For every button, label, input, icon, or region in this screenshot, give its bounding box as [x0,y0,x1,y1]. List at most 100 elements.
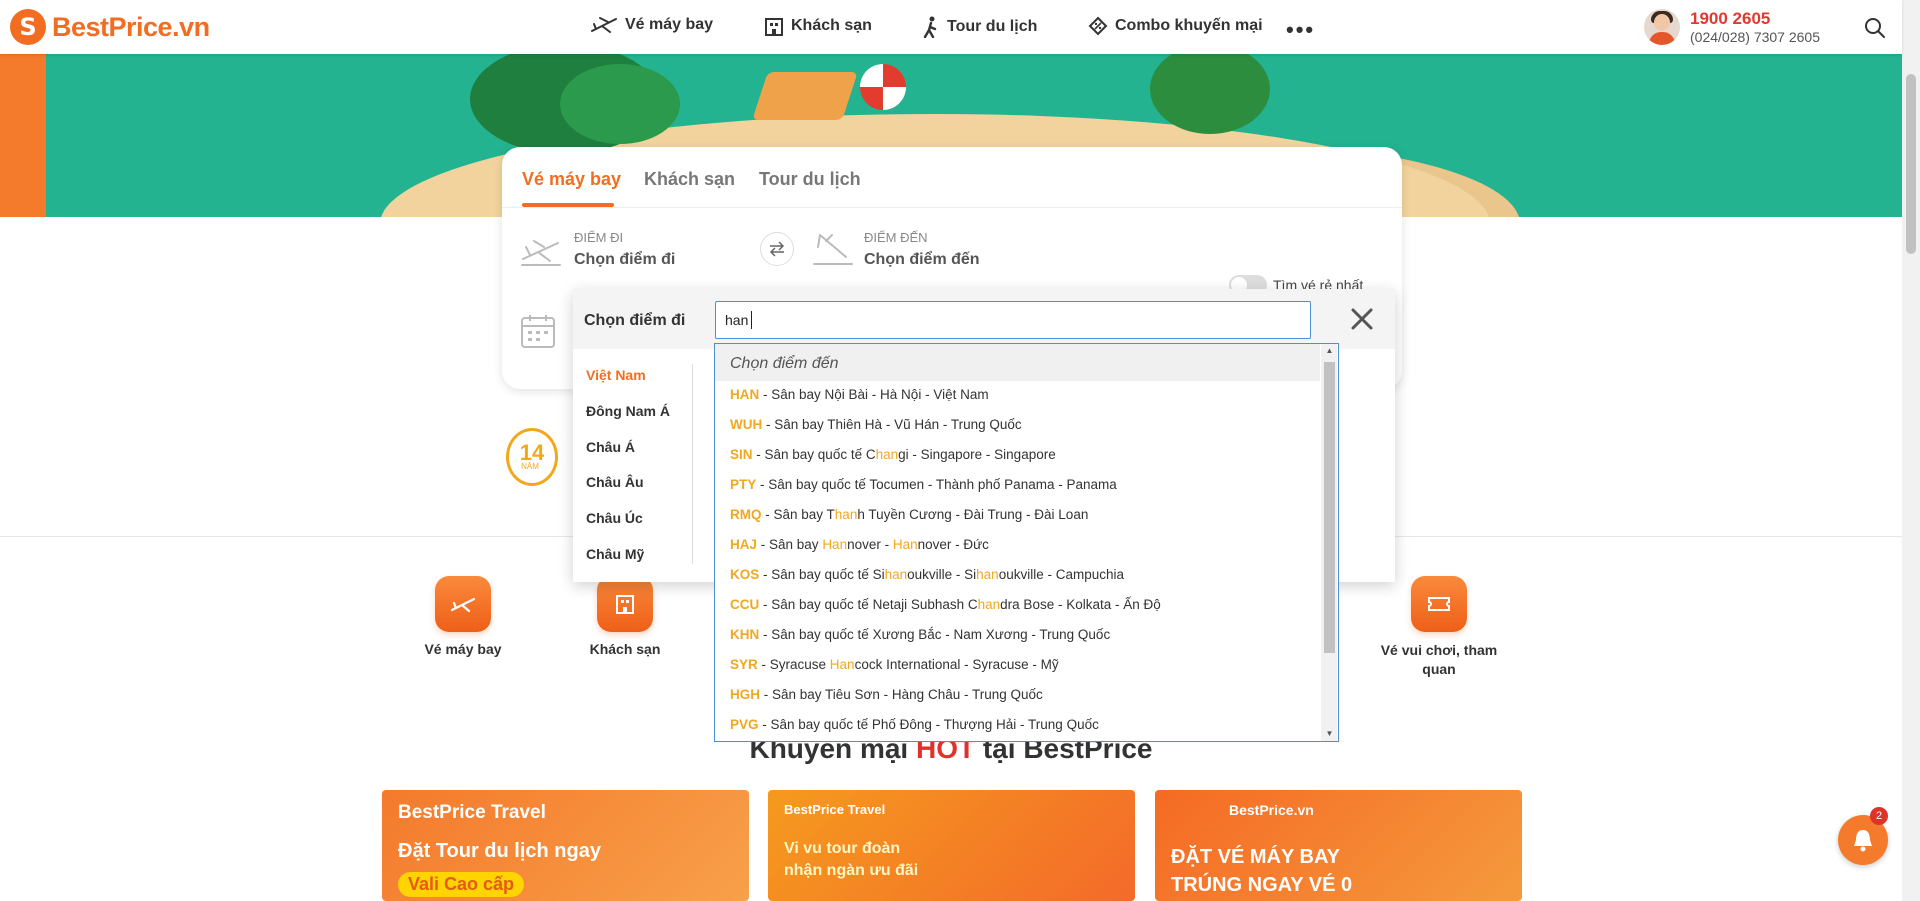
site-header: S BestPrice.vn Vé máy bay Khách sạn Tour… [0,0,1902,54]
region-vietnam[interactable]: Việt Nam [586,367,646,383]
airport-code: PTY [730,477,757,492]
years-badge: 14 NĂM [500,424,560,486]
airport-result-han[interactable]: HAN - Sân bay Nội Bài - Hà Nội - Việt Na… [730,387,989,402]
region-australia[interactable]: Châu Úc [586,510,643,526]
airport-name: - Sân bay Nội Bài - Hà Nội - Việt Nam [759,387,989,402]
region-america[interactable]: Châu Mỹ [586,546,644,562]
service-tickets[interactable] [1411,576,1467,632]
airport-name: - Sân bay quốc tế Xương Bắc - Nam Xương … [759,627,1111,642]
airport-name: - Syracuse [757,657,830,672]
airport-code: RMQ [730,507,762,522]
close-icon[interactable] [1349,306,1375,332]
scroll-down-arrow-icon[interactable]: ▼ [1324,729,1335,738]
airport-results-list[interactable]: Chọn điểm đến HAN - Sân bay Nội Bài - Hà… [714,343,1339,742]
service-hotels[interactable] [597,576,653,632]
airport-result-syr[interactable]: SYR - Syracuse Hancock International - S… [730,657,1059,672]
airport-code: HAJ [730,537,758,552]
airport-name: gi - Singapore - Singapore [898,447,1056,462]
logo-mark: S [10,9,46,45]
promo-banner-flights[interactable]: BestPrice.vn ĐẶT VÉ MÁY BAY TRÚNG NGAY V… [1155,790,1522,901]
years-unit: NĂM [521,462,539,471]
service-flights[interactable] [435,576,491,632]
support-avatar [1644,9,1680,45]
hero-palm [1150,54,1270,134]
nav-hotels[interactable]: Khách sạn [764,16,872,36]
match-highlight: han [977,597,1001,612]
match-highlight: Han [892,537,918,552]
airport-name: - Sân bay quốc tế Si [759,567,885,582]
region-southeast-asia[interactable]: Đông Nam Á [586,403,670,419]
airport-name: - Sân bay quốc tế C [752,447,876,462]
airport-code: KOS [730,567,760,582]
region-asia[interactable]: Châu Á [586,439,635,455]
airport-result-khn[interactable]: KHN - Sân bay quốc tế Xương Bắc - Nam Xư… [730,627,1110,642]
airport-code: PVG [730,717,759,732]
nav-combo-label: Combo khuyến mại [1115,17,1263,34]
departure-search-input[interactable]: han [715,301,1311,339]
match-highlight: Han [822,537,848,552]
walker-icon [923,16,937,38]
airport-result-pty[interactable]: PTY - Sân bay quốc tế Tocumen - Thành ph… [730,477,1117,492]
discount-tag-icon [1088,16,1108,36]
airport-result-haj[interactable]: HAJ - Sân bay Hannover - Hannover - Đức [730,537,989,552]
nav-hotels-label: Khách sạn [791,17,872,34]
airport-name: dra Bose - Kolkata - Ấn Độ [1000,597,1161,612]
results-scroll-thumb[interactable] [1324,362,1335,653]
promo-banner-tour[interactable]: BestPrice Travel Đặt Tour du lịch ngay V… [382,790,749,901]
from-label: ĐIỂM ĐI [574,230,624,245]
swap-icon[interactable] [760,232,794,266]
airport-result-ccu[interactable]: CCU - Sân bay quốc tế Netaji Subhash Cha… [730,597,1161,612]
nav-combo[interactable]: Combo khuyến mại [1088,16,1263,36]
from-field[interactable]: Chọn điểm đi [574,251,675,269]
scroll-up-arrow-icon[interactable]: ▲ [1324,346,1335,355]
airport-name: oukville - Campuchia [998,567,1124,582]
more-menu-icon[interactable]: ••• [1286,17,1315,43]
airport-code: CCU [730,597,760,612]
airport-name: - Sân bay Thiên Hà - Vũ Hán - Trung Quốc [762,417,1022,432]
promo-banner-group-tour[interactable]: BestPrice Travel Vi vu tour đoàn nhận ng… [768,790,1135,901]
hotline-number[interactable]: 1900 2605 [1690,9,1770,29]
airport-result-rmq[interactable]: RMQ - Sân bay Thanh Tuyền Cương - Đài Tr… [730,507,1088,522]
search-query: han [725,312,749,328]
airport-name: nover - Đức [917,537,989,552]
match-highlight: han [875,447,899,462]
page-scroll-thumb[interactable] [1906,74,1916,254]
airport-code: SYR [730,657,758,672]
to-field[interactable]: Chọn điểm đến [864,251,980,269]
airport-result-sin[interactable]: SIN - Sân bay quốc tế Changi - Singapore… [730,447,1056,462]
banner-brand: BestPrice Travel [784,802,886,817]
results-header: Chọn điểm đến [715,344,1320,381]
nav-flights-label: Vé máy bay [625,16,714,33]
airport-name: nover - [847,537,893,552]
service-hotels-label: Khách sạn [589,641,661,657]
airport-name: - Sân bay T [761,507,835,522]
to-label: ĐIỂM ĐẾN [864,230,928,245]
nav-flights[interactable]: Vé máy bay [590,16,713,34]
tab-hotels[interactable]: Khách sạn [644,169,735,190]
airport-result-kos[interactable]: KOS - Sân bay quốc tế Sihanoukville - Si… [730,567,1124,582]
bestprice-logo[interactable]: S BestPrice.vn [10,9,210,45]
airport-result-wuh[interactable]: WUH - Sân bay Thiên Hà - Vũ Hán - Trung … [730,417,1022,432]
hotline-sub-number: (024/028) 7307 2605 [1690,29,1820,45]
ticket-icon [1428,597,1450,611]
airport-code: HAN [730,387,760,402]
hotel-icon [616,595,634,614]
airport-code: SIN [730,447,753,462]
chat-badge: 2 [1870,807,1888,825]
plane-icon [450,597,476,613]
text-caret [751,311,752,329]
departure-plane-icon [521,240,561,266]
banner-line: Đặt Tour du lịch ngay [398,840,601,862]
tab-flights[interactable]: Vé máy bay [522,169,621,190]
search-icon[interactable] [1864,17,1886,44]
service-tickets-label: Vé vui chơi, tham quan [1380,642,1498,677]
nav-tours[interactable]: Tour du lịch [922,16,1037,38]
banner-brand: BestPrice Travel [398,802,546,823]
tab-tours[interactable]: Tour du lịch [759,169,861,190]
calendar-icon [521,315,555,348]
banner-line: ĐẶT VÉ MÁY BAY [1171,846,1340,868]
region-europe[interactable]: Châu Âu [586,474,644,490]
service-flights-label: Vé máy bay [424,641,502,657]
airport-result-hgh[interactable]: HGH - Sân bay Tiêu Sơn - Hàng Châu - Tru… [730,687,1043,702]
airport-result-pvg[interactable]: PVG - Sân bay quốc tế Phố Đông - Thượng … [730,717,1099,732]
